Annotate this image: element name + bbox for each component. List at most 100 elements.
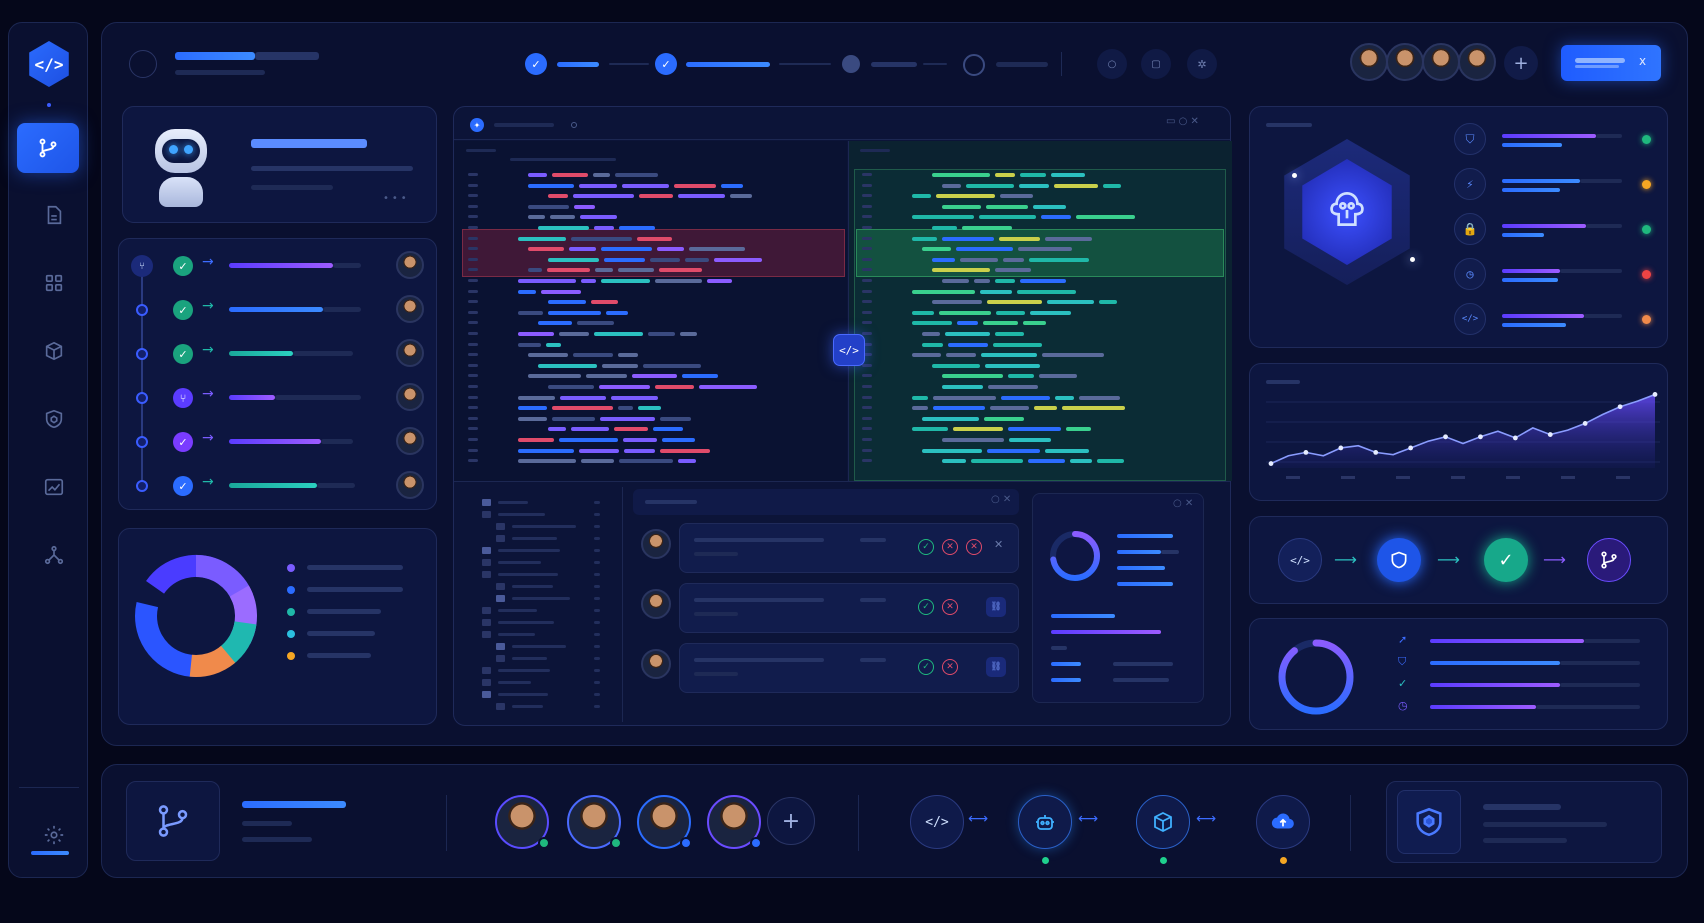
sidebar-item-analytics[interactable] xyxy=(37,470,71,504)
file-icon[interactable] xyxy=(482,571,491,578)
file-icon[interactable] xyxy=(482,607,491,614)
x-tick xyxy=(1286,476,1300,479)
pipeline-step-code[interactable]: </> xyxy=(1278,538,1322,582)
diff-compare-button[interactable]: </> xyxy=(833,334,865,366)
review-controls[interactable]: ○ ✕ xyxy=(991,494,1011,505)
approve-button[interactable]: ✓ xyxy=(918,599,934,615)
data-point[interactable] xyxy=(1512,435,1518,441)
task-3-assignee[interactable] xyxy=(396,339,424,367)
footer-add-member-button[interactable]: + xyxy=(767,797,815,845)
shield-icon[interactable]: ⛉ xyxy=(1454,123,1486,155)
approve-button[interactable]: ✓ xyxy=(918,539,934,555)
file-icon[interactable] xyxy=(482,679,491,686)
task-1-assignee[interactable] xyxy=(396,251,424,279)
file-icon[interactable] xyxy=(496,703,505,710)
review-row[interactable]: ✓ ✕ ⛓ xyxy=(679,643,1019,693)
file-icon[interactable] xyxy=(496,523,505,530)
file-icon[interactable] xyxy=(482,511,491,518)
pipeline-step-passed[interactable]: ✓ xyxy=(1484,538,1528,582)
line-number xyxy=(862,183,872,187)
reject-button[interactable]: ✕ xyxy=(942,659,958,675)
approve-button[interactable]: ✓ xyxy=(918,659,934,675)
file-icon[interactable] xyxy=(482,631,491,638)
sidebar-item-network[interactable] xyxy=(37,538,71,572)
lock-icon[interactable]: 🔒 xyxy=(1454,213,1486,245)
header-menu-button[interactable] xyxy=(129,50,157,78)
reject-button[interactable]: ✕ xyxy=(942,539,958,555)
team-avatar-1[interactable] xyxy=(1350,43,1388,81)
sidebar-item-dashboard[interactable] xyxy=(37,266,71,300)
data-point[interactable] xyxy=(1373,450,1379,455)
primary-action-button[interactable]: x xyxy=(1561,45,1661,81)
editor-window-controls[interactable]: ▭ ○ ✕ xyxy=(1166,116,1199,127)
folder-icon[interactable] xyxy=(482,547,491,554)
link-icon[interactable]: ⛓ xyxy=(986,597,1006,617)
team-avatar-4[interactable] xyxy=(1458,43,1496,81)
data-point[interactable] xyxy=(1443,434,1448,440)
reject-button[interactable]: ✕ xyxy=(966,539,982,555)
file-icon[interactable] xyxy=(496,655,505,662)
data-point[interactable] xyxy=(1303,450,1309,455)
code-icon[interactable]: </> xyxy=(1454,303,1486,335)
sidebar-item-settings[interactable] xyxy=(37,818,71,852)
code-token xyxy=(606,310,628,315)
step-2-completed[interactable]: ✓ xyxy=(655,53,677,75)
team-avatar-2[interactable] xyxy=(1386,43,1424,81)
data-point[interactable] xyxy=(1268,461,1274,466)
review-row[interactable]: ✓ ✕ ✕ ✕ xyxy=(679,523,1019,573)
task-4-assignee[interactable] xyxy=(396,383,424,411)
tool-plugin-button[interactable]: ✲ xyxy=(1187,49,1217,79)
tool-square-button[interactable]: ▢ xyxy=(1141,49,1171,79)
footer-flow-code[interactable]: </> xyxy=(910,795,964,849)
sidebar-item-packages[interactable] xyxy=(37,334,71,368)
folder-icon[interactable] xyxy=(482,499,491,506)
data-point[interactable] xyxy=(1408,445,1414,451)
task-5-assignee[interactable] xyxy=(396,427,424,455)
clock-icon[interactable]: ◷ xyxy=(1454,258,1486,290)
data-point[interactable] xyxy=(1652,392,1658,397)
review-row[interactable]: ✓ ✕ ⛓ xyxy=(679,583,1019,633)
pipeline-step-merge[interactable] xyxy=(1587,538,1631,582)
ai-assistant-card[interactable]: ••• xyxy=(122,106,437,223)
step-3-active[interactable] xyxy=(842,55,860,73)
task-2-assignee[interactable] xyxy=(396,295,424,323)
add-member-button[interactable]: + xyxy=(1504,46,1538,80)
file-icon[interactable] xyxy=(482,619,491,626)
data-point[interactable] xyxy=(1582,421,1588,426)
footer-flow-bot[interactable] xyxy=(1018,795,1072,849)
file-icon[interactable] xyxy=(482,667,491,674)
footer-security-card[interactable] xyxy=(1386,781,1662,863)
team-avatar-3[interactable] xyxy=(1422,43,1460,81)
sidebar-item-branches[interactable] xyxy=(17,123,79,173)
task-6-assignee[interactable] xyxy=(396,471,424,499)
link-icon[interactable]: ⛓ xyxy=(986,657,1006,677)
reviewer-avatar[interactable] xyxy=(641,589,671,619)
tool-circle-button[interactable]: ○ xyxy=(1097,49,1127,79)
footer-flow-package[interactable] xyxy=(1136,795,1190,849)
step-4-pending[interactable] xyxy=(963,54,985,76)
folder-icon[interactable] xyxy=(496,643,505,650)
sidebar-item-security[interactable] xyxy=(37,402,71,436)
data-point[interactable] xyxy=(1478,434,1483,440)
data-point[interactable] xyxy=(1617,404,1623,410)
folder-icon[interactable] xyxy=(482,691,491,698)
file-icon[interactable] xyxy=(482,559,491,566)
step-1-completed[interactable]: ✓ xyxy=(525,53,547,75)
sidebar-item-files[interactable] xyxy=(37,198,71,232)
footer-flow-deploy[interactable] xyxy=(1256,795,1310,849)
file-icon[interactable] xyxy=(496,535,505,542)
file-icon[interactable] xyxy=(496,583,505,590)
lightning-icon[interactable]: ⚡ xyxy=(1454,168,1486,200)
data-point[interactable] xyxy=(1547,432,1553,437)
app-logo-icon[interactable]: </> xyxy=(29,41,69,87)
stats-controls[interactable]: ○ ✕ xyxy=(1173,498,1193,509)
close-icon[interactable]: ✕ xyxy=(994,538,1003,551)
more-icon[interactable]: ••• xyxy=(383,193,410,204)
reviewer-avatar[interactable] xyxy=(641,529,671,559)
reject-button[interactable]: ✕ xyxy=(942,599,958,615)
pipeline-step-security[interactable] xyxy=(1377,538,1421,582)
folder-icon[interactable] xyxy=(496,595,505,602)
reviewer-avatar[interactable] xyxy=(641,649,671,679)
footer-branch-tile[interactable] xyxy=(126,781,220,861)
data-point[interactable] xyxy=(1338,445,1344,451)
